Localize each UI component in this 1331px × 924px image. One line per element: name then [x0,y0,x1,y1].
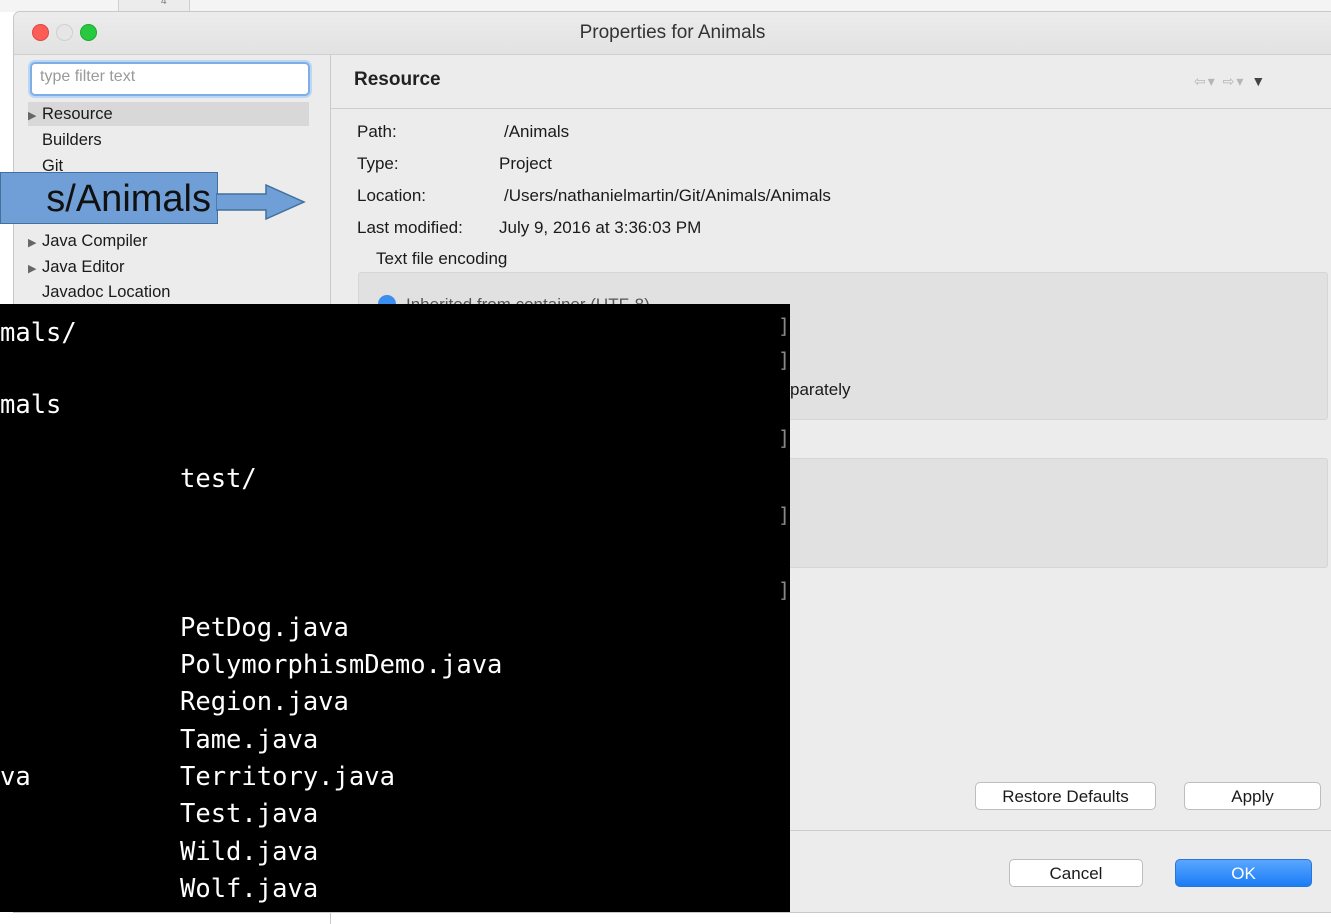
terminal-line: PolymorphismDemo.java [180,650,503,680]
tree-item-java-compiler[interactable]: ▶ Java Compiler [28,229,147,253]
bracket-glyph: ] [778,348,791,372]
terminal-line: test/ [180,464,257,494]
modified-value: July 9, 2016 at 3:36:03 PM [499,218,702,237]
page-title: Resource [354,69,441,90]
terminal-line: Region.java [180,687,349,717]
bracket-glyph: ] [778,426,791,450]
tree-item-label: Java Compiler [42,232,148,250]
window-title: Properties for Animals [579,22,766,43]
tree-item-java-editor[interactable]: ▶ Java Editor [28,255,125,279]
callout-arrow [216,183,306,221]
ok-button[interactable]: OK [1175,859,1312,887]
path-value: /Animals [504,122,570,141]
location-label: Location: [357,186,426,205]
terminal-line: mals [0,390,62,420]
bracket-glyph: ] [778,503,791,527]
terminal-line: va [0,762,31,792]
callout-label: s/Animals [0,172,218,224]
terminal-line: Tame.java [180,725,319,755]
type-value: Project [499,154,552,173]
terminal-line: PetDog.java [180,613,349,643]
expand-triangle-icon[interactable]: ▶ [28,104,42,128]
type-label: Type: [357,154,399,173]
expand-triangle-icon[interactable]: ▶ [28,257,42,281]
tree-item-resource[interactable]: ▶ Resource [28,102,309,126]
tree-item-label: Java Editor [42,258,125,276]
separately-text: parately [790,380,851,399]
header-separator [330,108,1331,109]
forward-arrow-icon[interactable]: ⇨▾ [1223,73,1246,89]
terminal-line: mals/ [0,318,77,348]
terminal-window: mals/ mals test/ PetDog.java Polymorphis… [0,304,790,912]
modified-label: Last modified: [357,218,463,237]
cancel-button[interactable]: Cancel [1009,859,1143,887]
terminal-line: Wolf.java [180,874,319,904]
filter-input[interactable] [32,64,308,90]
tree-item-builders[interactable]: Builders [28,128,102,152]
restore-defaults-button[interactable]: Restore Defaults [975,782,1156,810]
encoding-group-title: Text file encoding [376,249,508,268]
tree-item-label: Builders [42,131,102,149]
terminal-line: Wild.java [180,837,319,867]
tree-item-label: Javadoc Location [42,283,171,301]
page-nav: ⇦▾ ⇨▾ ▼ [1194,73,1267,90]
path-label: Path: [357,122,397,141]
bracket-glyph: ] [778,578,791,602]
back-arrow-icon[interactable]: ⇦▾ [1194,73,1217,89]
tree-item-label: Resource [42,105,113,123]
bracket-glyph: ] [778,314,791,338]
view-menu-icon[interactable]: ▼ [1251,73,1267,89]
terminal-line: Test.java [180,799,319,829]
filter-field[interactable] [30,62,310,96]
location-value: /Users/nathanielmartin/Git/Animals/Anima… [504,186,831,205]
background-tab-label: 4 [161,0,167,7]
title-bar: Properties for Animals [14,12,1331,55]
apply-button[interactable]: Apply [1184,782,1321,810]
background-window-strip: 4 [0,0,1331,12]
tree-item-javadoc-location[interactable]: Javadoc Location [28,280,170,304]
expand-triangle-icon[interactable]: ▶ [28,231,42,255]
terminal-line: Territory.java [180,762,395,792]
background-tab: 4 [118,0,190,12]
